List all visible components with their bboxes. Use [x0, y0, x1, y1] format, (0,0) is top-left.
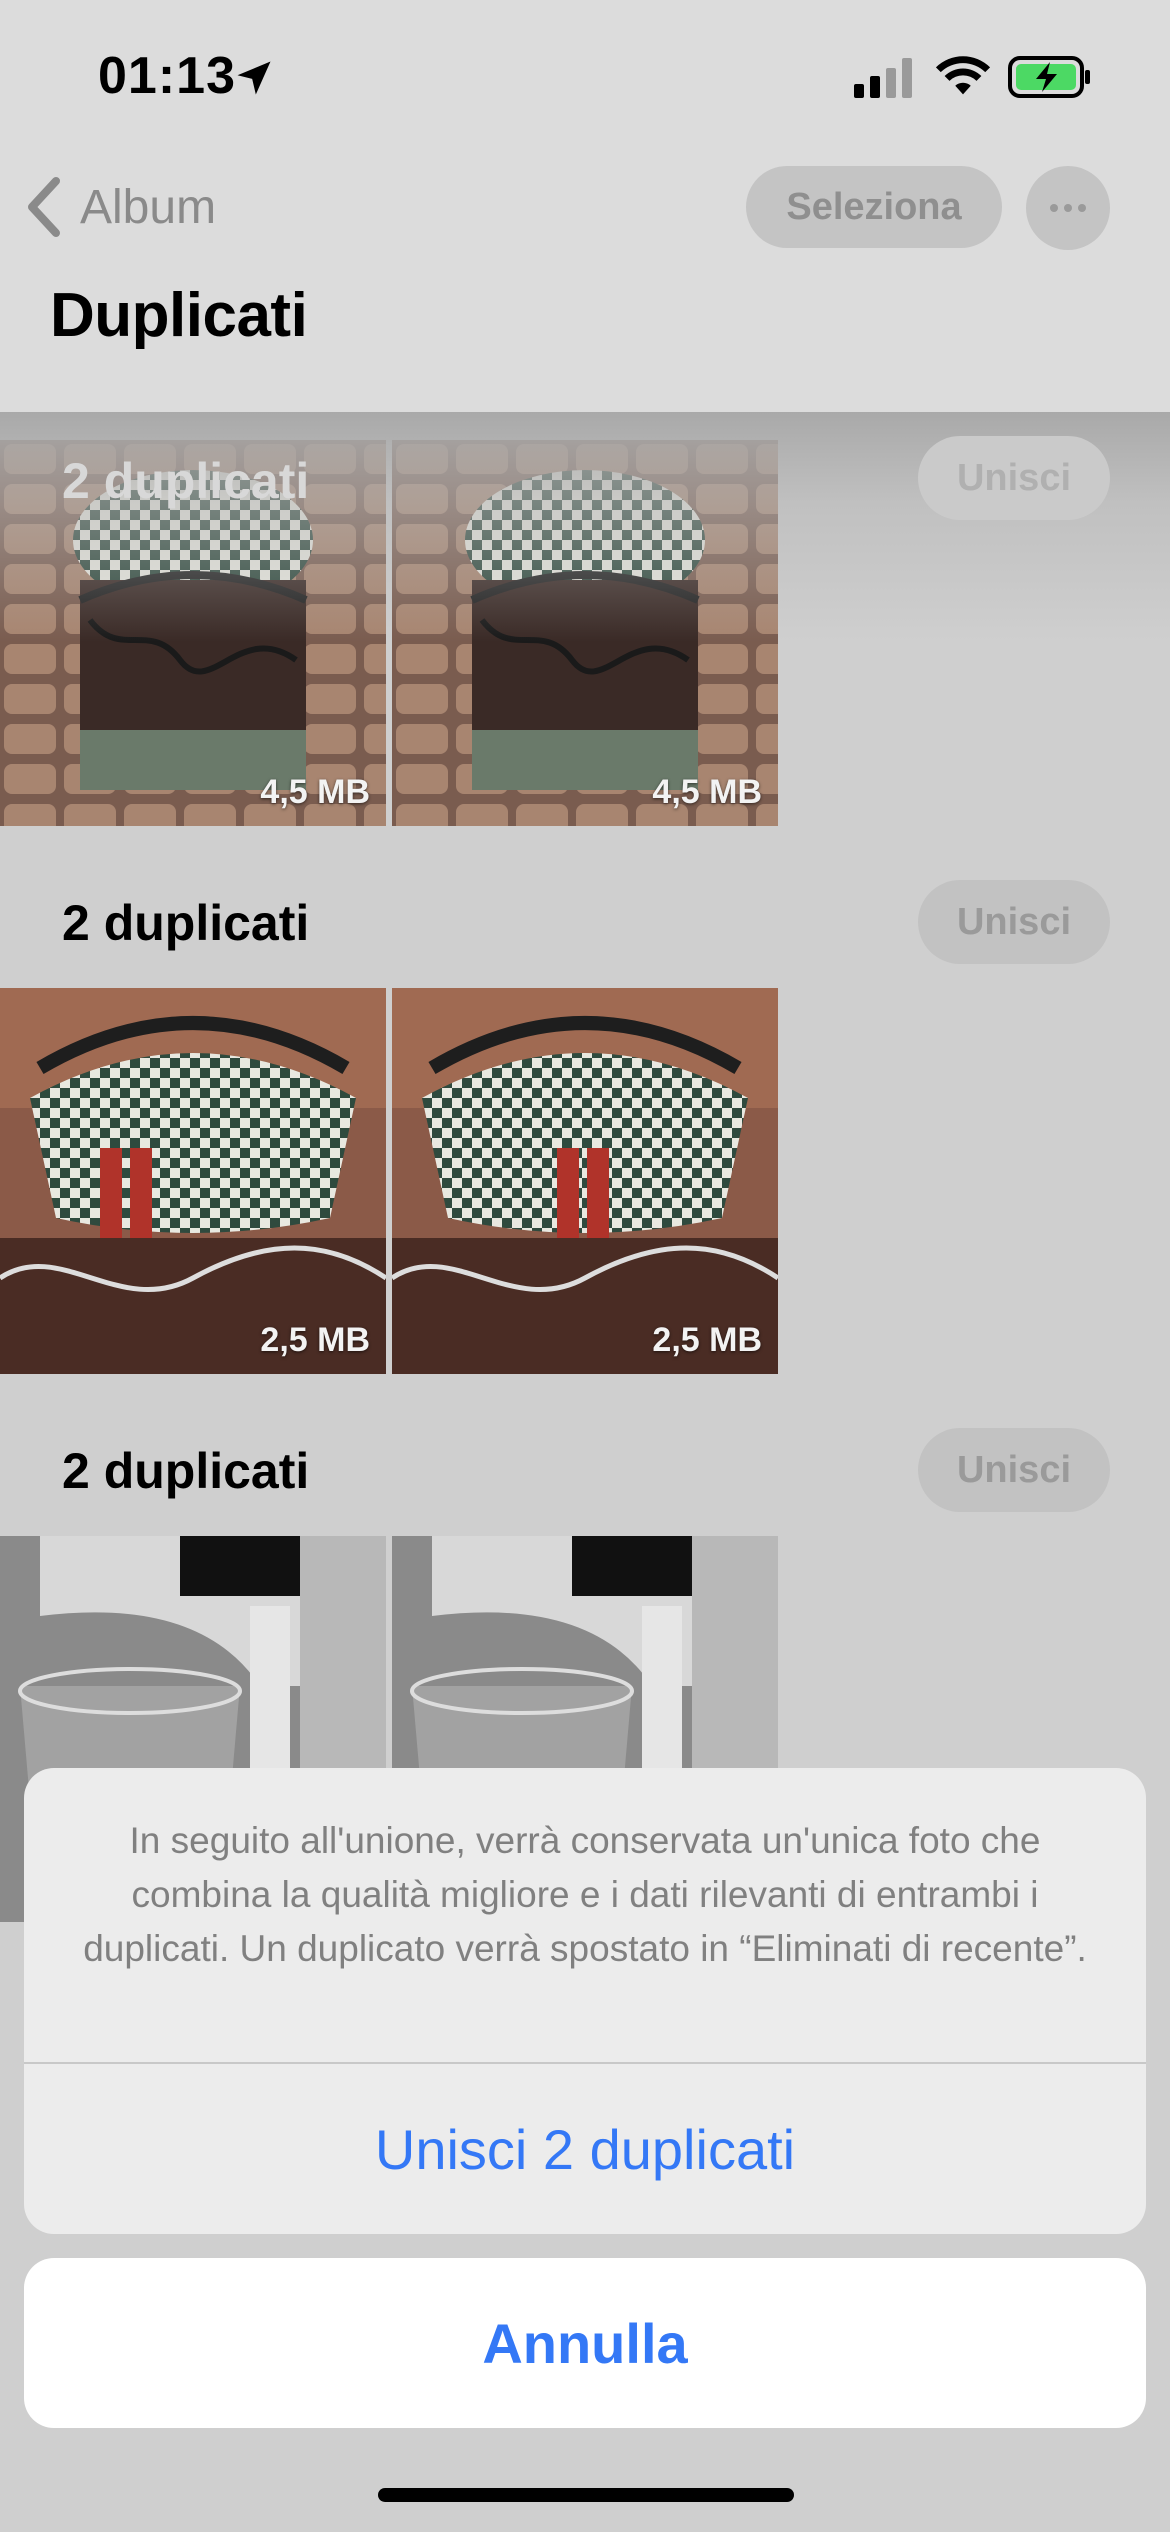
photo-size-label: 2,5 MB: [260, 1321, 370, 1359]
photo-size-label: 4,5 MB: [260, 773, 370, 811]
balcony-photo: [0, 988, 386, 1374]
status-bar: 01:13: [0, 0, 1170, 150]
photo-thumbnail[interactable]: 4,5 MB: [392, 440, 778, 826]
ellipsis-icon: [1050, 204, 1086, 212]
battery-charging-icon: [1008, 56, 1090, 98]
photo-size-label: 4,5 MB: [652, 773, 762, 811]
select-button[interactable]: Seleziona: [746, 166, 1002, 248]
balcony-photo: [392, 988, 778, 1374]
more-button[interactable]: [1026, 166, 1110, 250]
status-time: 01:13: [98, 47, 236, 105]
merge-button[interactable]: Unisci: [918, 436, 1110, 520]
group-title: 2 duplicati: [62, 895, 310, 951]
cancel-button[interactable]: Annulla: [24, 2258, 1146, 2428]
home-indicator[interactable]: [378, 2488, 794, 2502]
balcony-photo: [392, 440, 778, 826]
group-title: 2 duplicati: [62, 1443, 310, 1499]
duplicate-group: 2,5 MB 2,5 MB: [0, 988, 1170, 1374]
photo-thumbnail[interactable]: 2,5 MB: [392, 988, 778, 1374]
back-label: Album: [80, 180, 217, 234]
action-sheet-message: In seguito all'unione, verrà conservata …: [83, 1820, 1087, 1969]
merge-duplicates-button[interactable]: Unisci 2 duplicati: [24, 2064, 1146, 2234]
wifi-icon: [935, 56, 991, 95]
merge-button[interactable]: Unisci: [918, 1428, 1110, 1512]
location-arrow-icon: [237, 61, 271, 95]
cellular-signal-icon: [854, 58, 912, 98]
group-title: 2 duplicati: [62, 453, 310, 509]
chevron-left-icon: [28, 177, 60, 237]
page-title: Duplicati: [50, 281, 308, 350]
back-button[interactable]: Album: [22, 170, 216, 244]
action-sheet: In seguito all'unione, verrà conservata …: [24, 1768, 1146, 2234]
photo-thumbnail[interactable]: 2,5 MB: [0, 988, 386, 1374]
merge-button[interactable]: Unisci: [918, 880, 1110, 964]
photo-size-label: 2,5 MB: [652, 1321, 762, 1359]
